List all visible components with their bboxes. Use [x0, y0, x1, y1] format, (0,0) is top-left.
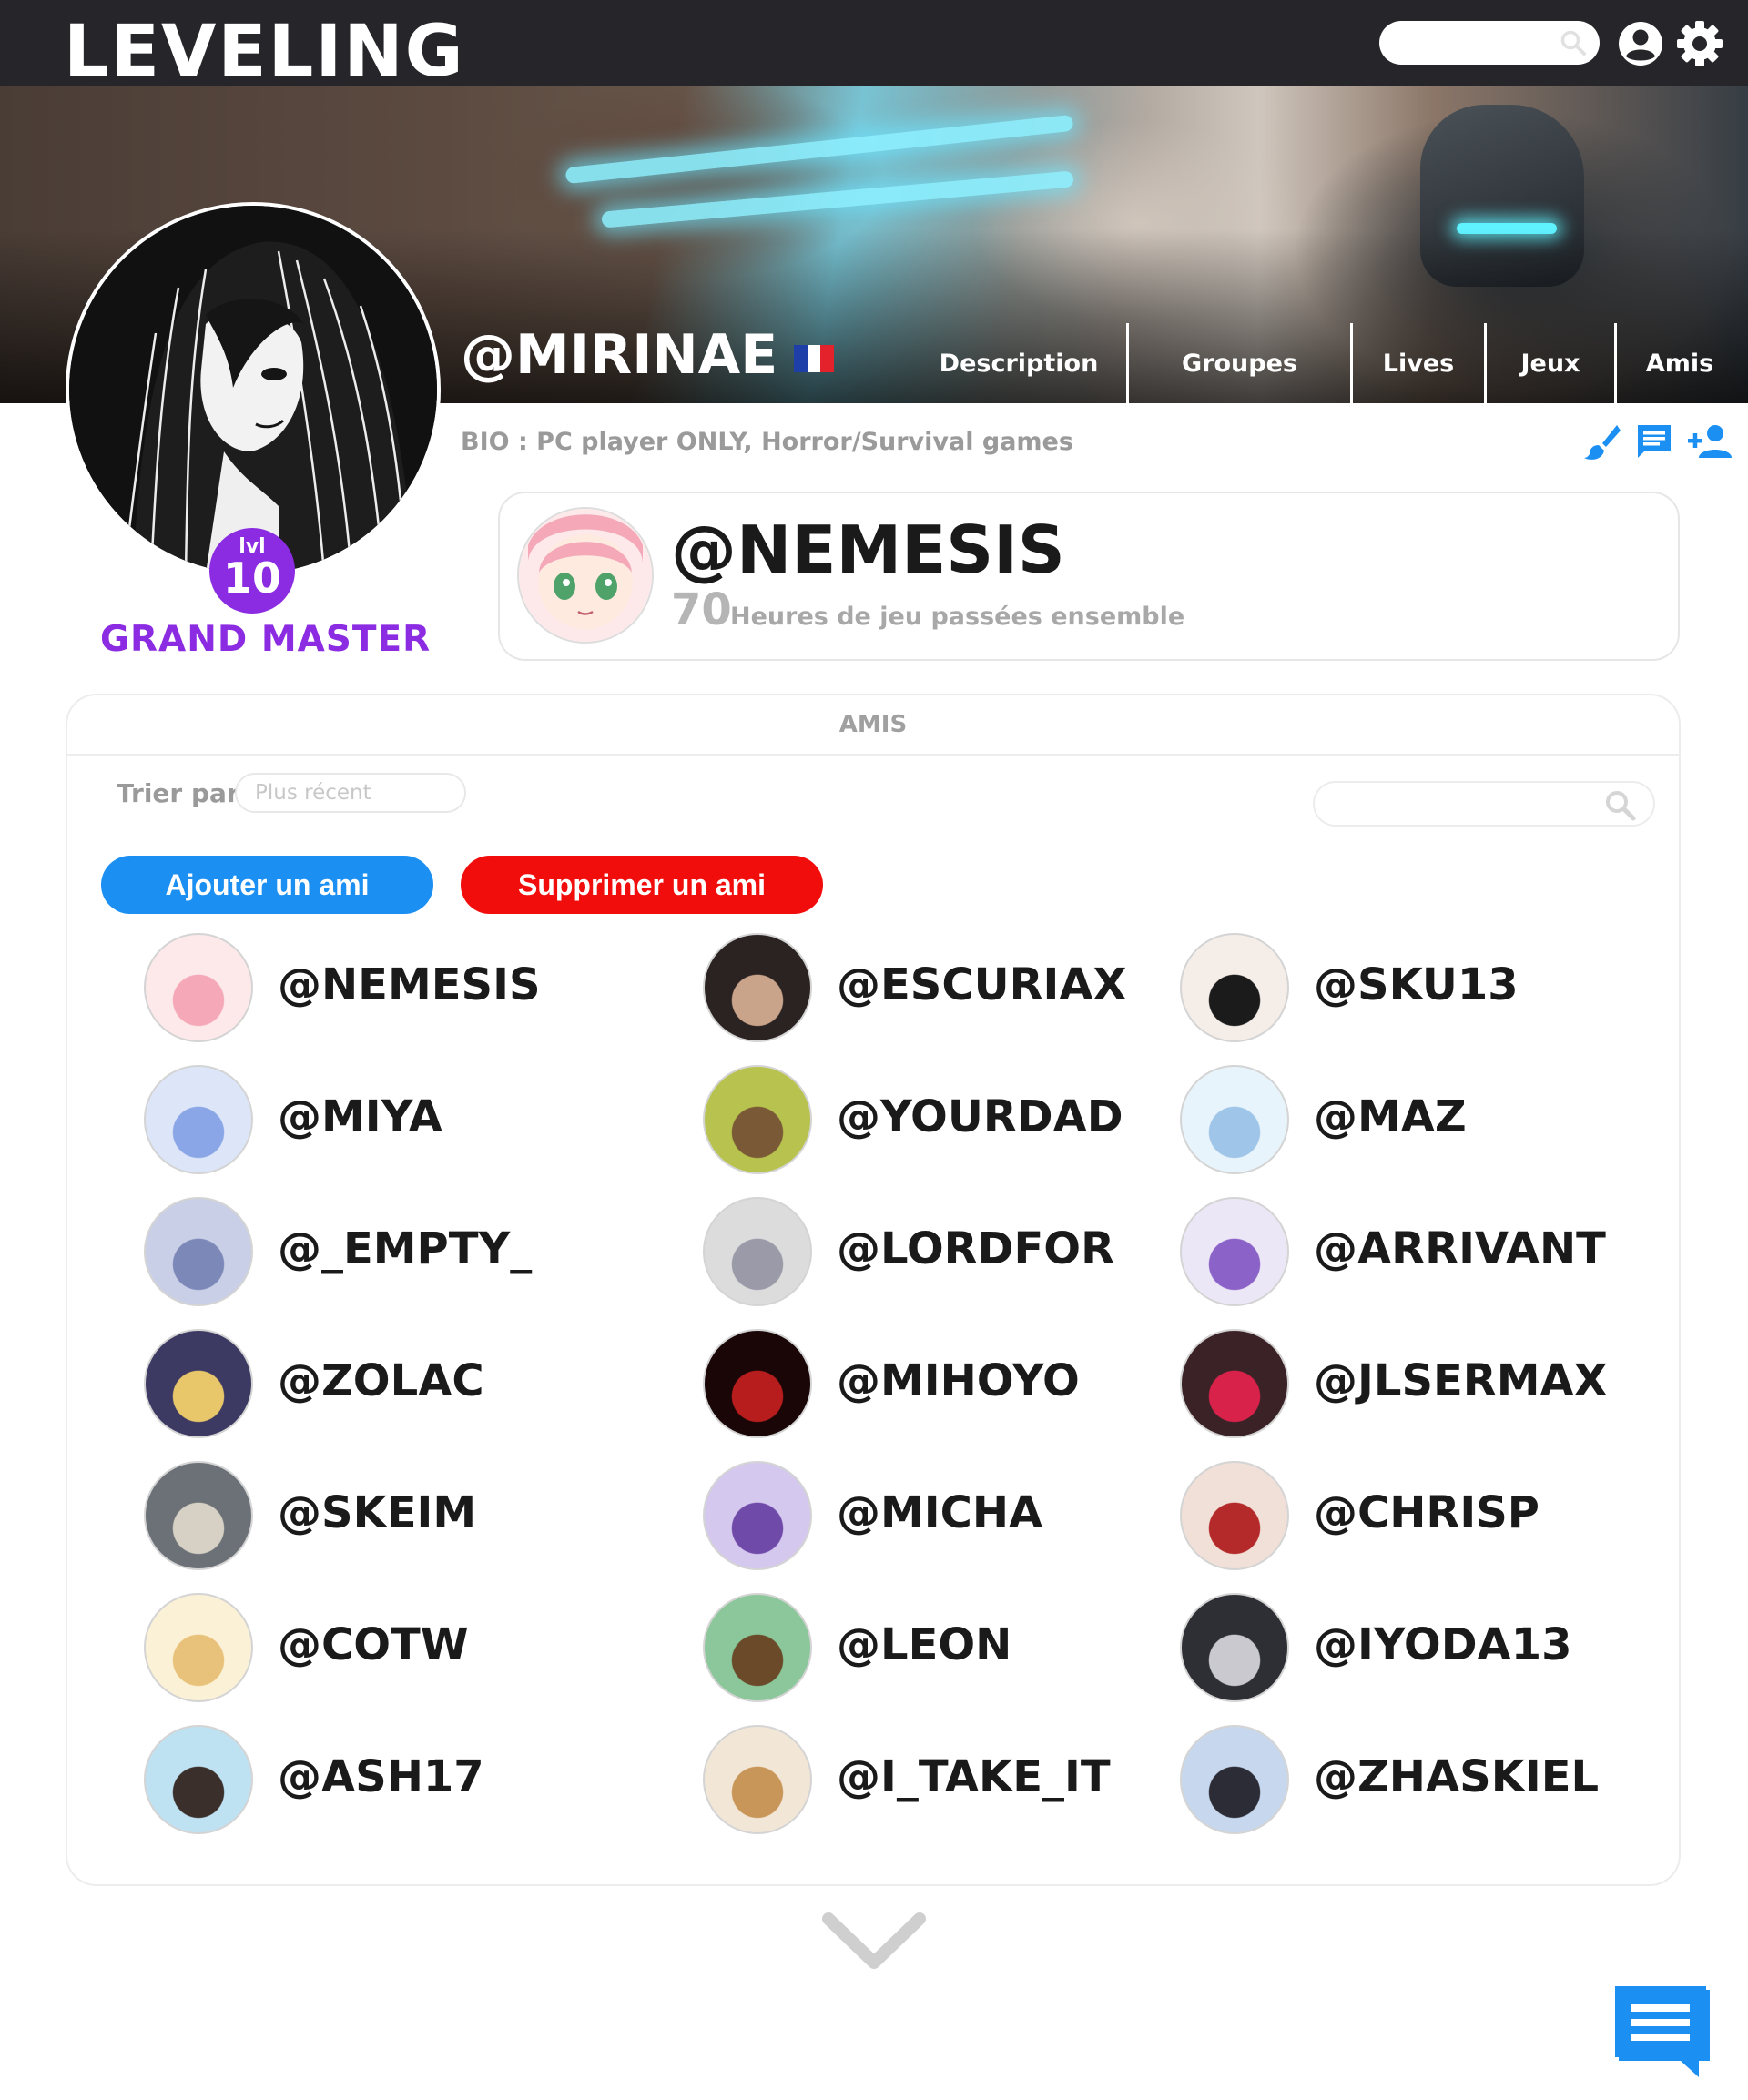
friend-item[interactable]: @CHRISP [1180, 1461, 1653, 1570]
friend-name[interactable]: @ZOLAC [278, 1359, 484, 1403]
rank-title: GRAND MASTER [100, 619, 432, 660]
best-mate-name[interactable]: @NEMESIS [671, 517, 1065, 583]
friend-avatar[interactable] [703, 1065, 812, 1174]
remove-friend-button[interactable]: Supprimer un ami [461, 856, 823, 914]
account-icon[interactable] [1617, 20, 1664, 67]
friend-name[interactable]: @LEON [837, 1623, 1011, 1667]
friend-avatar[interactable] [1180, 1197, 1289, 1306]
friend-name[interactable]: @LORDFOR [837, 1227, 1114, 1271]
friend-name[interactable]: @MAZ [1314, 1095, 1467, 1139]
friends-search-input[interactable] [1313, 781, 1655, 827]
best-mate-hours: 70 [671, 584, 732, 635]
friend-name[interactable]: @MICHA [837, 1491, 1042, 1535]
friend-item[interactable]: @MICHA [703, 1461, 1176, 1570]
friend-item[interactable]: @LORDFOR [703, 1197, 1176, 1306]
friend-name[interactable]: @MIYA [278, 1095, 442, 1139]
friend-item[interactable]: @_EMPTY_ [144, 1197, 617, 1306]
friend-avatar[interactable] [703, 1725, 812, 1834]
friend-item[interactable]: @COTW [144, 1593, 617, 1702]
profile-avatar[interactable] [66, 202, 441, 577]
tab-groupes[interactable]: Groupes [1129, 323, 1350, 403]
tab-amis[interactable]: Amis [1617, 323, 1743, 403]
friend-item[interactable]: @MAZ [1180, 1065, 1653, 1174]
friend-avatar[interactable] [1180, 1461, 1289, 1570]
friend-avatar[interactable] [1180, 933, 1289, 1042]
friend-avatar[interactable] [703, 1461, 812, 1570]
sort-label: Trier par [117, 778, 239, 808]
friend-name[interactable]: @JLSERMAX [1314, 1359, 1608, 1403]
friend-name[interactable]: @ARRIVANT [1314, 1227, 1606, 1271]
tab-description[interactable]: Description [910, 323, 1127, 403]
friend-avatar[interactable] [144, 933, 253, 1042]
friend-avatar[interactable] [1180, 1065, 1289, 1174]
search-icon[interactable] [1604, 789, 1637, 822]
add-friend-button[interactable]: Ajouter un ami [101, 856, 433, 914]
friend-name[interactable]: @I_TAKE_IT [837, 1755, 1111, 1799]
friend-item[interactable]: @ZHASKIEL [1180, 1725, 1653, 1834]
best-mate-avatar[interactable] [517, 507, 654, 644]
friend-avatar[interactable] [144, 1329, 253, 1438]
best-mate-hours-label: Heures de jeu passées ensemble [730, 603, 1185, 631]
friend-avatar[interactable] [144, 1725, 253, 1834]
friend-item[interactable]: @SKU13 [1180, 933, 1653, 1042]
friend-name[interactable]: @YOURDAD [837, 1095, 1123, 1139]
search-icon[interactable] [1560, 29, 1587, 56]
friend-item[interactable]: @ZOLAC [144, 1329, 617, 1438]
gear-icon[interactable] [1675, 19, 1724, 68]
friend-avatar[interactable] [1180, 1329, 1289, 1438]
friend-name[interactable]: @ASH17 [278, 1755, 484, 1799]
friend-name[interactable]: @_EMPTY_ [278, 1227, 532, 1271]
france-flag-icon [794, 345, 835, 372]
add-person-icon[interactable] [1686, 421, 1733, 462]
app-logo[interactable]: LEVELING [64, 16, 465, 87]
level-number: 10 [222, 553, 281, 603]
friend-item[interactable]: @MIHOYO [703, 1329, 1176, 1438]
friend-avatar[interactable] [144, 1593, 253, 1702]
friend-name[interactable]: @SKEIM [278, 1491, 476, 1535]
friend-avatar[interactable] [144, 1065, 253, 1174]
friend-name[interactable]: @COTW [278, 1623, 469, 1667]
friend-avatar[interactable] [1180, 1593, 1289, 1702]
friend-name[interactable]: @MIHOYO [837, 1359, 1080, 1403]
level-badge: lvl 10 [209, 528, 295, 614]
friend-item[interactable]: @NEMESIS [144, 933, 617, 1042]
top-search-input[interactable] [1379, 21, 1600, 65]
friend-avatar[interactable] [144, 1461, 253, 1570]
friend-item[interactable]: @I_TAKE_IT [703, 1725, 1176, 1834]
tab-lives[interactable]: Lives [1353, 323, 1484, 403]
friend-item[interactable]: @YOURDAD [703, 1065, 1176, 1174]
friend-item[interactable]: @ESCURIAX [703, 933, 1176, 1042]
friend-name[interactable]: @SKU13 [1314, 963, 1519, 1007]
top-bar: LEVELING [0, 0, 1748, 87]
friend-name[interactable]: @ESCURIAX [837, 963, 1127, 1007]
sort-select[interactable]: Plus récent [235, 773, 466, 813]
message-icon[interactable] [1634, 421, 1674, 462]
friend-item[interactable]: @JLSERMAX [1180, 1329, 1653, 1438]
chat-icon[interactable] [1615, 1984, 1713, 2079]
friend-avatar[interactable] [703, 1329, 812, 1438]
friend-item[interactable]: @ASH17 [144, 1725, 617, 1834]
friends-panel-title: AMIS [66, 694, 1681, 756]
friend-item[interactable]: @MIYA [144, 1065, 617, 1174]
friend-name[interactable]: @NEMESIS [278, 963, 541, 1007]
friend-avatar[interactable] [703, 1197, 812, 1306]
brush-icon[interactable] [1582, 421, 1622, 462]
friend-item[interactable]: @LEON [703, 1593, 1176, 1702]
friend-avatar[interactable] [144, 1197, 253, 1306]
profile-bio: BIO : PC player ONLY, Horror/Survival ga… [461, 428, 1073, 456]
friend-avatar[interactable] [703, 1593, 812, 1702]
chevron-down-icon[interactable] [819, 1910, 929, 1975]
friend-name[interactable]: @IYODA13 [1314, 1623, 1572, 1667]
friend-name[interactable]: @ZHASKIEL [1314, 1755, 1599, 1799]
profile-username: @MIRINAE [461, 323, 778, 387]
friend-avatar[interactable] [1180, 1725, 1289, 1834]
friend-name[interactable]: @CHRISP [1314, 1491, 1540, 1535]
friend-avatar[interactable] [703, 933, 812, 1042]
friend-item[interactable]: @SKEIM [144, 1461, 617, 1570]
friend-item[interactable]: @IYODA13 [1180, 1593, 1653, 1702]
tab-jeux[interactable]: Jeux [1487, 323, 1614, 403]
friend-item[interactable]: @ARRIVANT [1180, 1197, 1653, 1306]
